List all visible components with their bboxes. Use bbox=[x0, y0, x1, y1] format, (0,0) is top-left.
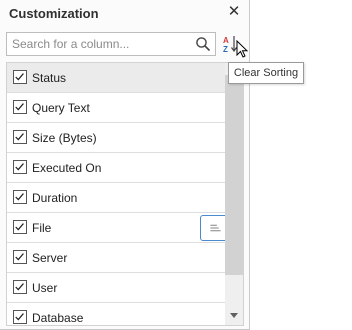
column-list: Status Query Text Size (Bytes) Executed … bbox=[6, 62, 244, 326]
column-item[interactable]: Query Text bbox=[7, 93, 225, 123]
column-item[interactable]: Status bbox=[7, 63, 225, 93]
checkbox-checked[interactable] bbox=[13, 130, 27, 144]
sort-letter-a: A bbox=[223, 36, 229, 45]
column-search-box bbox=[6, 32, 216, 56]
search-icon[interactable] bbox=[195, 36, 211, 52]
column-item-label: Database bbox=[32, 311, 84, 325]
vertical-scrollbar[interactable] bbox=[225, 63, 243, 325]
column-item-label: Query Text bbox=[32, 101, 90, 115]
column-item[interactable]: Database bbox=[7, 303, 225, 325]
column-item-label: Executed On bbox=[32, 161, 102, 175]
column-item[interactable]: Size (Bytes) bbox=[7, 123, 225, 153]
column-item-label: Size (Bytes) bbox=[32, 131, 97, 145]
scrollbar-thumb[interactable] bbox=[225, 75, 243, 275]
checkbox-checked[interactable] bbox=[13, 220, 27, 234]
panel-title: Customization bbox=[9, 6, 99, 21]
column-item-label: File bbox=[32, 221, 52, 235]
close-icon[interactable]: ✕ bbox=[226, 3, 242, 21]
customization-panel: Customization ✕ A Z Status Query Text Si… bbox=[0, 0, 250, 330]
column-item[interactable]: Server bbox=[7, 243, 225, 273]
column-item[interactable]: File bbox=[7, 213, 230, 243]
column-item-label: Duration bbox=[32, 191, 78, 205]
column-item[interactable]: Duration bbox=[7, 183, 225, 213]
sort-letter-z: Z bbox=[223, 45, 228, 54]
clear-sorting-tooltip: Clear Sorting bbox=[228, 62, 304, 84]
column-item[interactable]: Executed On bbox=[7, 153, 225, 183]
checkbox-checked[interactable] bbox=[13, 190, 27, 204]
column-search-input[interactable] bbox=[7, 33, 191, 55]
checkbox-checked[interactable] bbox=[13, 70, 27, 84]
mouse-pointer-icon bbox=[236, 40, 249, 58]
checkbox-checked[interactable] bbox=[13, 310, 27, 324]
scroll-down-arrow-icon[interactable] bbox=[230, 313, 238, 318]
column-item-label: Server bbox=[32, 251, 68, 265]
column-item-label: User bbox=[32, 281, 58, 295]
checkbox-checked[interactable] bbox=[13, 160, 27, 174]
checkbox-checked[interactable] bbox=[13, 250, 27, 264]
column-item-label: Status bbox=[32, 71, 67, 85]
checkbox-checked[interactable] bbox=[13, 100, 27, 114]
checkbox-checked[interactable] bbox=[13, 280, 27, 294]
column-item[interactable]: User bbox=[7, 273, 225, 303]
